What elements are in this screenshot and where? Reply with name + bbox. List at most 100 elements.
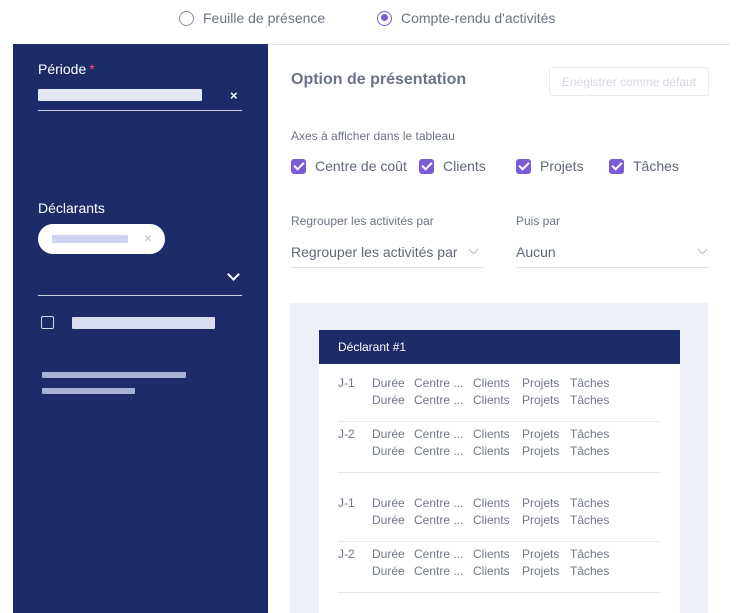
group-by-label: Regrouper les activités par [291,214,434,228]
column-cell: Centre ... [414,393,464,407]
column-cell: Centre ... [414,564,464,578]
column-cell: Clients [473,427,510,441]
column-cell: Tâches [570,444,610,458]
checkbox-projets[interactable]: Projets [516,158,584,174]
declarants-underline [38,295,242,296]
declarants-label: Déclarants [38,200,105,216]
text-placeholder-line [42,388,135,394]
column-cell: Durée [372,513,405,527]
save-default-button[interactable]: Enegistrer comme défaut [549,67,709,96]
preview-card: Déclarant #1 J-1 Durée Centre ... Clients Pr… [319,330,680,613]
checkbox-label: Tâches [633,158,679,174]
option-text-placeholder [72,317,215,329]
preview-row: Durée Centre ... Clients Projets Tâches [338,564,661,581]
radio-label: Compte-rendu d'activités [401,10,556,26]
preview-area: Déclarant #1 J-1 Durée Centre ... Clients Pr… [290,303,708,613]
column-cell: Centre ... [414,444,464,458]
column-cell: Centre ... [414,496,464,510]
column-cell: Centre ... [414,376,464,390]
checkbox-checked-icon [291,158,306,174]
column-cell: Tâches [570,547,610,561]
radio-feuille-presence[interactable]: Feuille de présence [179,10,325,26]
column-cell: Clients [473,496,510,510]
column-cell: Centre ... [414,547,464,561]
column-cell: Clients [473,444,510,458]
radio-label: Feuille de présence [203,10,326,26]
preview-row: Durée Centre ... Clients Projets Tâches [338,444,661,461]
column-cell: Clients [473,564,510,578]
checkbox-unchecked[interactable] [41,316,54,329]
column-cell: Durée [372,547,405,561]
column-cell: Projets [522,376,560,390]
preview-row: Durée Centre ... Clients Projets Tâches [338,513,661,530]
select-value: Aucun [516,244,556,260]
preview-group: J-1 Durée Centre ... Clients Projets Tâches Du… [338,491,661,542]
chip-remove-icon[interactable]: × [144,230,152,246]
preview-group: J-1 Durée Centre ... Clients Projets Tâches Du… [338,371,661,422]
preview-row: J-1 Durée Centre ... Clients Projets Tâches [338,376,661,393]
chevron-down-icon [697,244,708,255]
day-label: J-2 [338,547,355,561]
preview-group: J-2 Durée Centre ... Clients Projets Tâches Du… [338,542,661,593]
day-label: J-1 [338,376,355,390]
period-field-placeholder[interactable] [38,89,202,101]
column-cell: Durée [372,496,405,510]
checkbox-label: Centre de coût [315,158,407,174]
presentation-options-panel: Option de présentation Enegistrer comme … [268,45,740,613]
column-cell: Tâches [570,513,610,527]
column-cell: Projets [522,513,560,527]
column-cell: Projets [522,496,560,510]
radio-checked-icon [377,10,392,26]
column-cell: Clients [473,376,510,390]
column-cell: Tâches [570,376,610,390]
radio-compte-rendu[interactable]: Compte-rendu d'activités [377,10,555,26]
column-cell: Durée [372,393,405,407]
panel-title: Option de présentation [291,71,467,88]
checkbox-centre-de-cout[interactable]: Centre de coût [291,158,407,174]
column-cell: Projets [522,427,560,441]
select-value: Regrouper les activités par [291,244,458,260]
column-cell: Projets [522,444,560,458]
column-cell: Durée [372,564,405,578]
column-cell: Projets [522,393,560,407]
checkbox-label: Clients [443,158,486,174]
column-cell: Tâches [570,393,610,407]
column-cell: Durée [372,427,405,441]
column-cell: Tâches [570,496,610,510]
column-cell: Centre ... [414,513,464,527]
column-cell: Clients [473,513,510,527]
period-clear-icon[interactable]: × [230,88,238,103]
chevron-down-icon[interactable] [227,268,240,281]
then-by-label: Puis par [516,214,561,228]
checkbox-checked-icon [609,158,624,174]
preview-row: Durée Centre ... Clients Projets Tâches [338,393,661,410]
declarant-chip[interactable]: × [38,224,165,254]
chip-text-placeholder [52,235,128,243]
checkbox-checked-icon [419,158,434,174]
column-cell: Tâches [570,564,610,578]
filter-sidebar: Période * × Déclarants × [13,44,268,613]
column-cell: Clients [473,393,510,407]
declarant-header: Déclarant #1 [319,330,680,364]
day-label: J-1 [338,496,355,510]
preview-group: J-2 Durée Centre ... Clients Projets Tâches Du… [338,422,661,473]
checkbox-taches[interactable]: Tâches [609,158,679,174]
then-by-select[interactable]: Aucun [516,240,709,268]
column-cell: Tâches [570,427,610,441]
column-cell: Durée [372,376,405,390]
group-by-select[interactable]: Regrouper les activités par [291,240,484,268]
column-cell: Centre ... [414,427,464,441]
period-underline [38,110,242,111]
preview-row: J-1 Durée Centre ... Clients Projets Tâches [338,496,661,513]
day-label: J-2 [338,427,355,441]
checkbox-label: Projets [540,158,584,174]
column-cell: Durée [372,444,405,458]
column-cell: Projets [522,564,560,578]
column-cell: Projets [522,547,560,561]
report-type-selector: Feuille de présence Compte-rendu d'activ… [0,0,740,44]
preview-row: J-2 Durée Centre ... Clients Projets Tâches [338,427,661,444]
period-label: Période * [38,61,95,77]
preview-row: J-2 Durée Centre ... Clients Projets Tâches [338,547,661,564]
checkbox-clients[interactable]: Clients [419,158,486,174]
chevron-down-icon [468,244,479,255]
